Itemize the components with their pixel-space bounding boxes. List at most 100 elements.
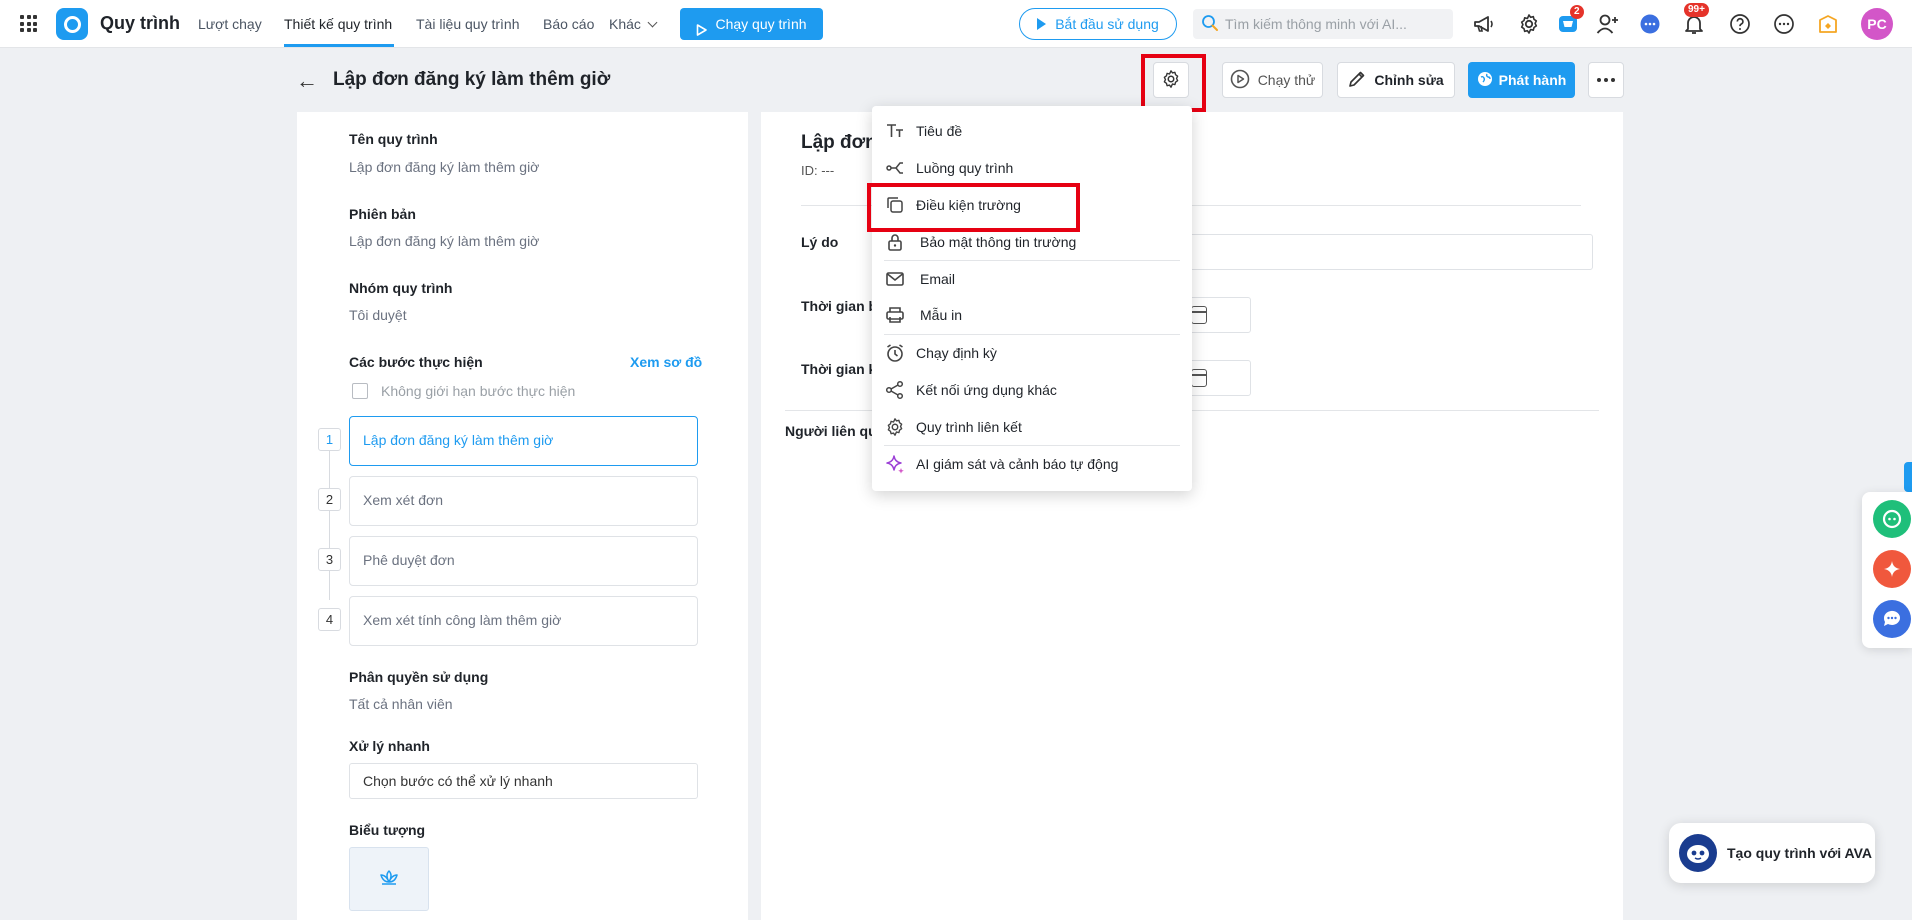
menu-item-title[interactable]: Tiêu đề	[872, 113, 1192, 149]
search-icon	[1201, 14, 1219, 35]
permission-value: Tất cả nhân viên	[349, 696, 453, 712]
chat-bubble-icon[interactable]	[1873, 600, 1911, 638]
icon-label: Biểu tượng	[349, 822, 426, 838]
form-title: Lập đơn	[801, 132, 877, 153]
sparkle-icon	[885, 454, 905, 474]
menu-item-scheduled-run[interactable]: Chạy định kỳ	[872, 335, 1192, 371]
end-time-label: Thời gian k	[801, 361, 877, 377]
chat-icon[interactable]	[1638, 12, 1662, 36]
process-icon-picker[interactable]	[349, 847, 429, 911]
menu-item-process-flow[interactable]: Luồng quy trình	[872, 150, 1192, 186]
step-number: 1	[318, 428, 341, 451]
page-title: Lập đơn đăng ký làm thêm giờ	[333, 69, 611, 90]
publish-button[interactable]: Phát hành	[1468, 62, 1575, 98]
run-process-button[interactable]: Chạy quy trình	[680, 8, 823, 40]
step-number: 2	[318, 488, 341, 511]
nav-more-label: Khác	[609, 16, 641, 32]
more-circle-icon[interactable]	[1772, 12, 1796, 36]
gift-icon[interactable]	[1816, 12, 1840, 36]
play-icon	[696, 18, 708, 36]
back-arrow-icon[interactable]: ←	[296, 68, 318, 94]
start-using-label: Bắt đầu sử dụng	[1055, 16, 1159, 32]
menu-item-label: Quy trình liên kết	[916, 419, 1022, 435]
printer-icon	[885, 305, 905, 325]
form-id: ID: ---	[801, 163, 835, 178]
calendar-icon[interactable]	[1191, 306, 1207, 324]
nav-process-design[interactable]: Thiết kế quy trình	[284, 16, 392, 32]
step-number: 3	[318, 548, 341, 571]
menu-item-label: Kết nối ứng dụng khác	[916, 382, 1057, 398]
field-conditions-highlight-box	[867, 183, 1080, 232]
smart-search-input[interactable]: Tìm kiếm thông minh với AI...	[1193, 9, 1453, 39]
menu-item-ai-monitoring[interactable]: AI giám sát và cảnh báo tự động	[872, 446, 1192, 482]
test-run-button[interactable]: Chạy thử	[1222, 62, 1323, 98]
add-user-icon[interactable]	[1596, 12, 1620, 36]
chevron-down-icon	[647, 17, 658, 28]
share-icon	[885, 380, 905, 400]
cart-icon[interactable]: 2	[1556, 5, 1584, 36]
nav-runs[interactable]: Lượt chạy	[198, 16, 262, 32]
quick-process-select[interactable]: Chọn bước có thể xử lý nhanh	[349, 763, 698, 799]
reason-input[interactable]	[1181, 234, 1593, 270]
calendar-icon[interactable]	[1191, 369, 1207, 387]
start-using-button[interactable]: Bắt đầu sử dụng	[1019, 8, 1177, 40]
lotus-icon	[378, 868, 400, 891]
test-run-label: Chạy thử	[1257, 72, 1316, 88]
menu-item-label: Bảo mật thông tin trường	[920, 234, 1077, 250]
edit-label: Chỉnh sửa	[1374, 72, 1444, 88]
start-time-label: Thời gian b	[801, 298, 878, 314]
step-item[interactable]: Xem xét đơn	[349, 476, 698, 526]
bell-icon[interactable]: 99+	[1682, 3, 1709, 36]
help-icon[interactable]	[1728, 12, 1752, 36]
menu-item-label: Tiêu đề	[916, 123, 963, 139]
ai-sparkle-icon[interactable]	[1873, 550, 1911, 588]
publish-label: Phát hành	[1498, 72, 1567, 88]
menu-item-linked-process[interactable]: Quy trình liên kết	[872, 409, 1192, 445]
gear-link-icon	[885, 417, 905, 437]
version-label: Phiên bản	[349, 206, 416, 222]
app-logo[interactable]	[56, 8, 88, 40]
steps-label: Các bước thực hiện	[349, 354, 483, 370]
menu-item-connect-apps[interactable]: Kết nối ứng dụng khác	[872, 372, 1192, 408]
text-icon	[885, 121, 905, 141]
ava-robot-icon	[1679, 834, 1717, 872]
unlimited-steps-label: Không giới hạn bước thực hiện	[381, 383, 576, 399]
mail-icon	[885, 269, 905, 289]
pencil-icon	[1348, 70, 1366, 91]
menu-item-email[interactable]: Email	[872, 261, 1192, 297]
cart-badge: 2	[1570, 5, 1584, 19]
user-avatar[interactable]: PC	[1861, 8, 1893, 40]
top-bar: Quy trình Lượt chạy Thiết kế quy trình T…	[0, 0, 1912, 48]
ava-label: Tạo quy trình với AVA	[1727, 845, 1873, 861]
nav-reports[interactable]: Báo cáo	[543, 16, 594, 32]
create-with-ava-button[interactable]: Tạo quy trình với AVA	[1669, 823, 1875, 883]
edit-button[interactable]: Chỉnh sửa	[1337, 62, 1455, 98]
menu-item-label: Email	[920, 271, 956, 287]
more-options-button[interactable]	[1588, 62, 1624, 98]
unlimited-steps-checkbox[interactable]	[352, 383, 368, 399]
step-item[interactable]: Phê duyệt đơn	[349, 536, 698, 586]
collapse-tab[interactable]	[1904, 462, 1912, 492]
run-process-label: Chạy quy trình	[715, 16, 807, 32]
search-placeholder: Tìm kiếm thông minh với AI...	[1225, 16, 1407, 32]
view-diagram-link[interactable]: Xem sơ đồ	[630, 354, 702, 370]
process-name-value: Lập đơn đăng ký làm thêm giờ	[349, 159, 540, 175]
alarm-icon	[885, 343, 905, 363]
permission-label: Phân quyền sử dụng	[349, 669, 489, 685]
app-title: Quy trình	[100, 13, 180, 33]
step-item[interactable]: Xem xét tính công làm thêm giờ	[349, 596, 698, 646]
step-item[interactable]: Lập đơn đăng ký làm thêm giờ	[349, 416, 698, 466]
assistant-bot-icon[interactable]	[1873, 500, 1911, 538]
notification-badge: 99+	[1684, 3, 1709, 17]
megaphone-icon[interactable]	[1472, 12, 1496, 36]
version-value: Lập đơn đăng ký làm thêm giờ	[349, 233, 540, 249]
settings-gear-icon[interactable]	[1517, 12, 1541, 36]
nav-process-docs[interactable]: Tài liệu quy trình	[416, 16, 520, 32]
nav-more[interactable]: Khác	[609, 16, 658, 32]
quick-process-label: Xử lý nhanh	[349, 738, 430, 754]
apps-grid-icon[interactable]	[20, 15, 37, 32]
settings-dropdown-menu: Tiêu đề Luồng quy trình Điều kiện trường…	[872, 106, 1192, 491]
menu-item-print-template[interactable]: Mẫu in	[872, 297, 1192, 333]
menu-item-label: Chạy định kỳ	[916, 345, 997, 361]
menu-item-label: Mẫu in	[920, 307, 963, 323]
